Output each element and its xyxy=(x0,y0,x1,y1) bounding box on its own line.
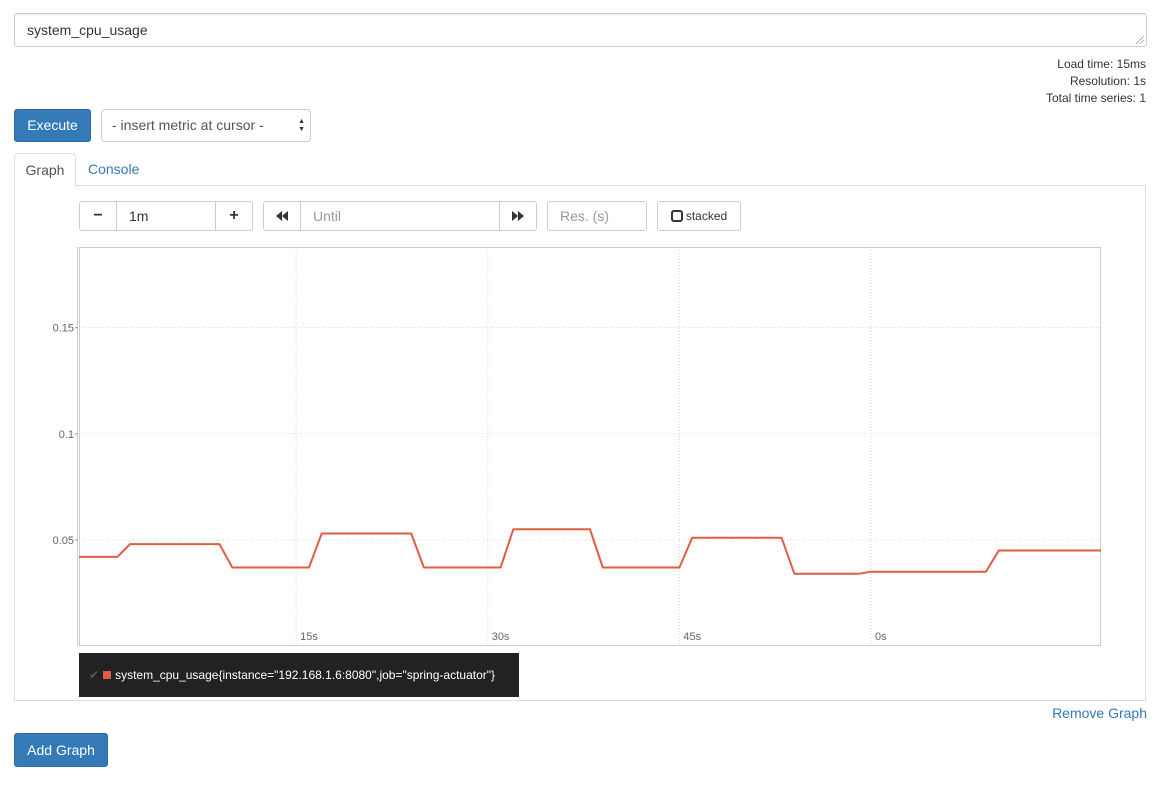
legend-label: system_cpu_usage{instance="192.168.1.6:8… xyxy=(115,668,496,682)
time-forward-button[interactable] xyxy=(499,201,537,231)
metric-select[interactable]: - insert metric at cursor - ▲ ▼ xyxy=(101,109,311,142)
double-left-arrow-icon xyxy=(276,211,288,221)
time-back-button[interactable] xyxy=(263,201,301,231)
cpu-usage-chart[interactable]: 15s 30s 45s 0s xyxy=(79,247,1101,646)
stacked-label: stacked xyxy=(685,209,728,223)
metric-select-value: - insert metric at cursor - xyxy=(112,117,264,133)
resolution-placeholder: Res. (s) xyxy=(560,208,609,224)
chart-y-tick-labels: 0.05 0.1 0.15 xyxy=(53,247,78,646)
until-placeholder: Until xyxy=(313,208,342,224)
expression-value: system_cpu_usage xyxy=(27,22,148,38)
total-series-text: Total time series: 1 xyxy=(1045,91,1146,105)
resolution-text: Resolution: 1s xyxy=(1069,74,1146,88)
range-value: 1m xyxy=(129,208,149,224)
minus-icon: − xyxy=(93,207,103,224)
range-input[interactable]: 1m xyxy=(116,201,216,231)
range-plus-button[interactable]: + xyxy=(215,201,253,231)
check-icon: ✔ xyxy=(89,668,100,682)
select-arrows-icon: ▲ ▼ xyxy=(298,118,305,133)
tab-console[interactable]: Console xyxy=(88,153,139,185)
y-tick-label: 0.15 xyxy=(53,323,74,335)
resize-handle-icon[interactable] xyxy=(1136,36,1144,44)
checkbox-icon xyxy=(670,210,683,222)
until-input[interactable]: Until xyxy=(300,201,500,231)
execute-button[interactable]: Execute xyxy=(14,109,91,142)
chart-frame xyxy=(79,247,1101,646)
tab-graph[interactable]: Graph xyxy=(14,153,76,187)
remove-graph-link[interactable]: Remove Graph xyxy=(1052,705,1147,721)
x-tick-label: 30s xyxy=(492,631,510,643)
expression-input[interactable]: system_cpu_usage xyxy=(14,13,1147,47)
range-minus-button[interactable]: − xyxy=(79,201,117,231)
y-tick-label: 0.05 xyxy=(53,535,74,547)
load-time-text: Load time: 15ms xyxy=(1057,57,1146,71)
series-color-swatch xyxy=(103,671,112,679)
x-tick-label: 15s xyxy=(300,631,318,643)
resolution-input[interactable]: Res. (s) xyxy=(547,201,647,231)
plus-icon: + xyxy=(229,207,239,224)
y-tick-label: 0.1 xyxy=(59,429,74,441)
legend[interactable]: ✔ system_cpu_usage{instance="192.168.1.6:… xyxy=(79,653,519,697)
x-tick-label: 0s xyxy=(875,631,887,643)
stacked-toggle[interactable]: stacked xyxy=(657,201,741,231)
x-tick-label: 45s xyxy=(683,631,701,643)
add-graph-button[interactable]: Add Graph xyxy=(14,733,108,767)
double-right-arrow-icon xyxy=(512,211,524,221)
